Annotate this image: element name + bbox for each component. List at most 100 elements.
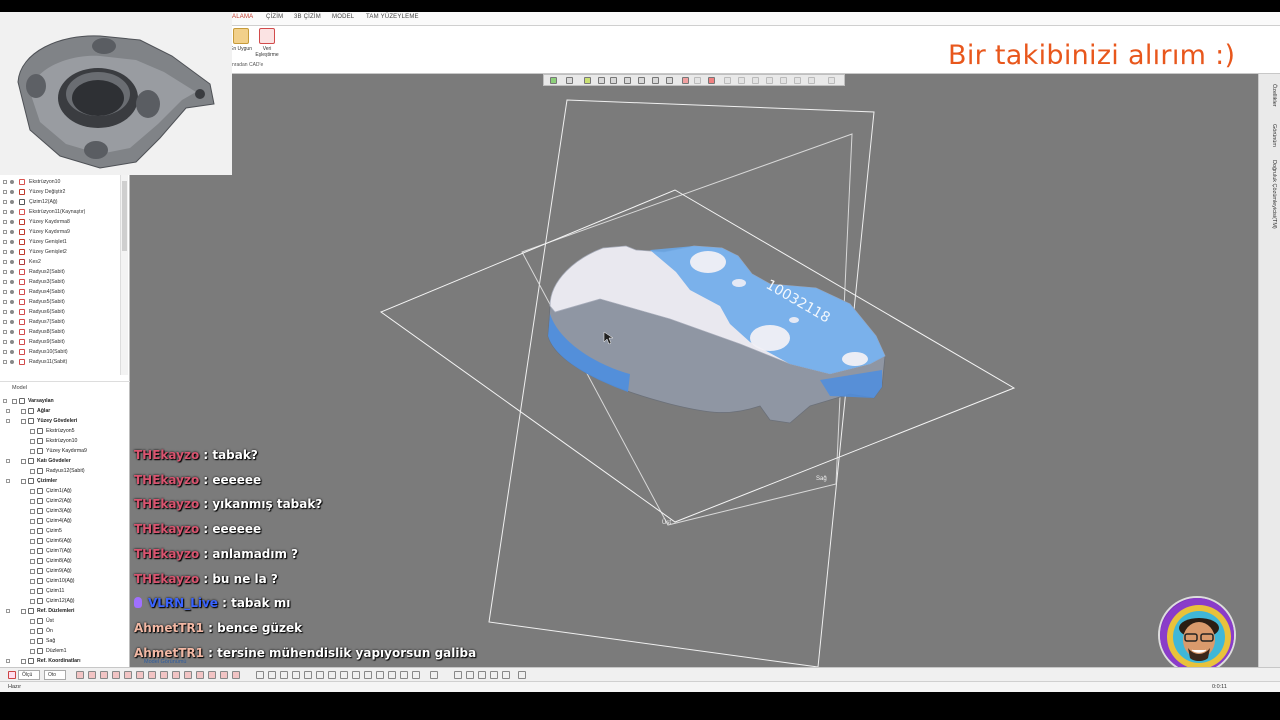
snap-10-icon[interactable] — [364, 671, 372, 679]
visibility-icon[interactable] — [10, 320, 14, 324]
model-tree-item[interactable]: Çizim12(Ağ) — [0, 596, 128, 606]
feature-tree-item[interactable]: Radyus11(Sabit) — [0, 357, 120, 367]
feature-tree-item[interactable]: Yüzey Değiştir2 — [0, 187, 120, 197]
visibility-icon[interactable] — [10, 280, 14, 284]
filter-9-icon[interactable] — [172, 671, 180, 679]
data-match-button[interactable]: Veri Eşleştirme — [254, 28, 280, 58]
view-shaded-icon[interactable] — [584, 77, 591, 84]
tool-4-icon[interactable] — [490, 671, 498, 679]
view-tool-icon[interactable] — [694, 77, 701, 84]
filter-4-icon[interactable] — [112, 671, 120, 679]
visibility-checkbox[interactable] — [30, 619, 35, 624]
expand-toggle-icon[interactable] — [3, 260, 7, 264]
view-d-icon[interactable] — [766, 77, 773, 84]
snap-5-icon[interactable] — [304, 671, 312, 679]
view-select-icon[interactable] — [682, 77, 689, 84]
expand-toggle-icon[interactable] — [6, 609, 10, 613]
visibility-icon[interactable] — [10, 250, 14, 254]
expand-toggle-icon[interactable] — [6, 409, 10, 413]
visibility-icon[interactable] — [10, 220, 14, 224]
model-tree-item[interactable]: Çizim4(Ağ) — [0, 516, 128, 526]
feature-tree-item[interactable]: Radyus6(Sabit) — [0, 307, 120, 317]
feature-tree-item[interactable]: Çizim12(Ağ) — [0, 197, 120, 207]
visibility-checkbox[interactable] — [21, 609, 26, 614]
model-tree-item[interactable]: Düzlem1 — [0, 646, 128, 656]
feature-tree-item[interactable]: Radyus5(Sabit) — [0, 297, 120, 307]
feature-tree-item[interactable]: Radyus10(Sabit) — [0, 347, 120, 357]
snap-1-icon[interactable] — [256, 671, 264, 679]
feature-tree-item[interactable]: Yüzey Genişlet1 — [0, 237, 120, 247]
model-tree-item[interactable]: Üst — [0, 616, 128, 626]
tool-1-icon[interactable] — [454, 671, 462, 679]
visibility-checkbox[interactable] — [30, 519, 35, 524]
feature-tree-item[interactable]: Ekstrüzyon11(Kaynaştır) — [0, 207, 120, 217]
visibility-checkbox[interactable] — [21, 409, 26, 414]
expand-toggle-icon[interactable] — [3, 330, 7, 334]
view-section-icon[interactable] — [610, 77, 617, 84]
feature-tree-item[interactable]: Radyus4(Sabit) — [0, 287, 120, 297]
expand-toggle-icon[interactable] — [3, 210, 7, 214]
side-tab-accuracy[interactable]: Doğruluk Çözümleyicisi(TM) — [1263, 160, 1277, 229]
feature-tree-item[interactable]: Yüzey Kaydırma8 — [0, 217, 120, 227]
filter-13-icon[interactable] — [220, 671, 228, 679]
visibility-icon[interactable] — [10, 350, 14, 354]
tool-5-icon[interactable] — [502, 671, 510, 679]
model-tree-item[interactable]: Çizim3(Ağ) — [0, 506, 128, 516]
model-tree-item[interactable]: Yüzey Gövdeleri — [0, 416, 128, 426]
expand-toggle-icon[interactable] — [3, 350, 7, 354]
visibility-icon[interactable] — [10, 180, 14, 184]
filter-11-icon[interactable] — [196, 671, 204, 679]
view-back-icon[interactable] — [666, 77, 673, 84]
snap-14-icon[interactable] — [412, 671, 420, 679]
filter-14-icon[interactable] — [232, 671, 240, 679]
snap-4-icon[interactable] — [292, 671, 300, 679]
model-view-tab[interactable]: Model Görünümü — [130, 657, 200, 667]
tree-scrollbar[interactable] — [120, 175, 128, 375]
view-h-icon[interactable] — [828, 77, 835, 84]
filter-12-icon[interactable] — [208, 671, 216, 679]
snap-9-icon[interactable] — [352, 671, 360, 679]
feature-tree-item[interactable]: Radyus7(Sabit) — [0, 317, 120, 327]
expand-toggle-icon[interactable] — [3, 240, 7, 244]
model-tree-item[interactable]: Çizim9(Ağ) — [0, 566, 128, 576]
view-front-icon[interactable] — [652, 77, 659, 84]
visibility-icon[interactable] — [10, 340, 14, 344]
side-tab-properties[interactable]: Özellikler — [1263, 84, 1277, 107]
filter-6-icon[interactable] — [136, 671, 144, 679]
expand-toggle-icon[interactable] — [6, 459, 10, 463]
expand-toggle-icon[interactable] — [3, 290, 7, 294]
model-tree-item[interactable]: Ekstrüzyon10 — [0, 436, 128, 446]
feature-tree-item[interactable]: Radyus8(Sabit) — [0, 327, 120, 337]
visibility-checkbox[interactable] — [30, 499, 35, 504]
expand-toggle-icon[interactable] — [3, 250, 7, 254]
3d-scene[interactable]: 10032118 Sağ Üst — [130, 74, 1258, 667]
visibility-checkbox[interactable] — [30, 629, 35, 634]
tab-tam-yuzeyleme[interactable]: TAM YÜZEYLEME — [366, 14, 419, 20]
filter-select[interactable]: Ölçü — [18, 670, 40, 680]
filter-8-icon[interactable] — [160, 671, 168, 679]
visibility-checkbox[interactable] — [30, 439, 35, 444]
visibility-icon[interactable] — [10, 270, 14, 274]
visibility-icon[interactable] — [10, 190, 14, 194]
visibility-checkbox[interactable] — [30, 599, 35, 604]
model-tree-item[interactable]: Ekstrüzyon5 — [0, 426, 128, 436]
visibility-checkbox[interactable] — [30, 509, 35, 514]
view-filter-icon[interactable] — [708, 77, 715, 84]
tab-alama[interactable]: ALAMA — [232, 14, 253, 20]
model-tree-item[interactable]: Çizim6(Ağ) — [0, 536, 128, 546]
feature-tree-item[interactable]: Radyus9(Sabit) — [0, 337, 120, 347]
snap-11-icon[interactable] — [376, 671, 384, 679]
view-b-icon[interactable] — [738, 77, 745, 84]
snap-13-icon[interactable] — [400, 671, 408, 679]
view-home-icon[interactable] — [550, 77, 557, 84]
expand-toggle-icon[interactable] — [3, 300, 7, 304]
view-f-icon[interactable] — [794, 77, 801, 84]
model-tree-item[interactable]: Ref. Düzlemleri — [0, 606, 128, 616]
tool-3-icon[interactable] — [478, 671, 486, 679]
expand-toggle-icon[interactable] — [3, 220, 7, 224]
feature-tree-item[interactable]: Kes2 — [0, 257, 120, 267]
visibility-checkbox[interactable] — [21, 419, 26, 424]
filter-7-icon[interactable] — [148, 671, 156, 679]
expand-toggle-icon[interactable] — [3, 180, 7, 184]
filter-10-icon[interactable] — [184, 671, 192, 679]
